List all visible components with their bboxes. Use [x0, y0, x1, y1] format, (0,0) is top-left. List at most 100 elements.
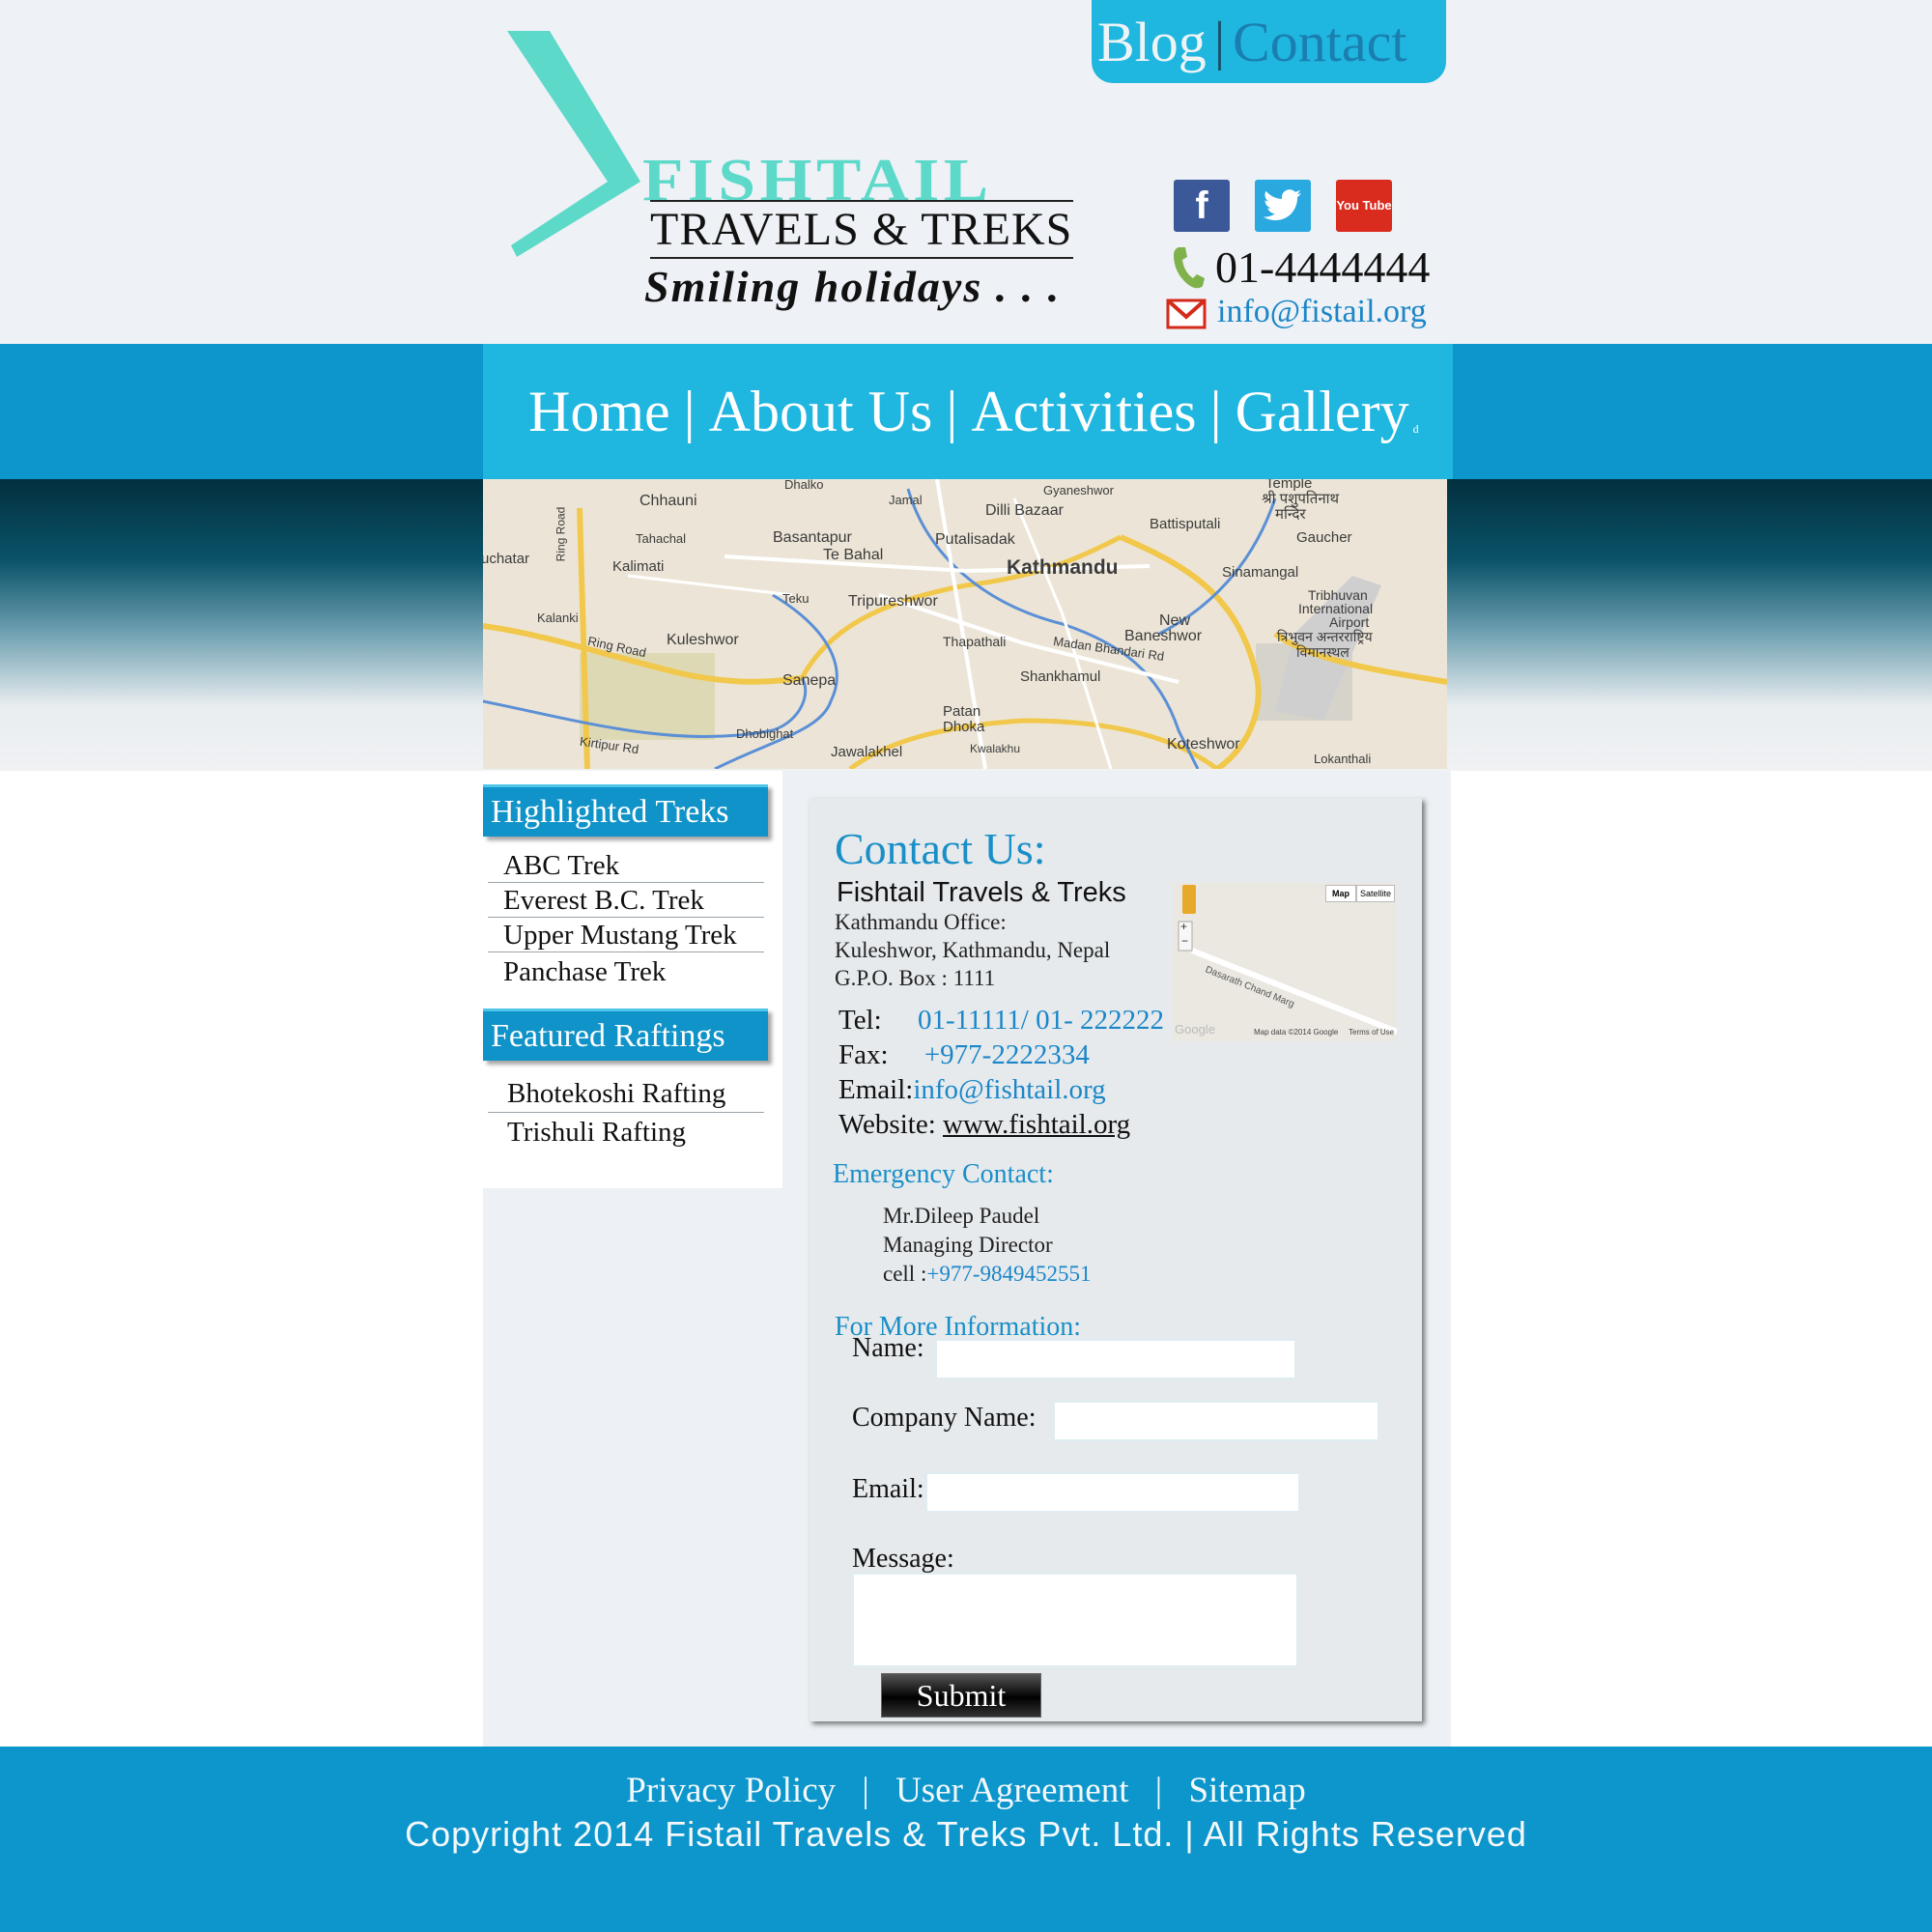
map-label: Tahachal — [636, 531, 687, 546]
nav-home[interactable]: Home — [528, 379, 670, 445]
location-minimap[interactable]: + − Map Satellite Dasarath Chand Marg Go… — [1173, 883, 1397, 1041]
email-row: Email:info@fishtail.org — [838, 1074, 1106, 1106]
message-field[interactable] — [852, 1573, 1298, 1667]
emergency-cell-label: cell : — [883, 1262, 927, 1286]
office-po-box: G.P.O. Box : 1111 — [835, 966, 996, 990]
twitter-icon[interactable] — [1255, 180, 1311, 232]
website-link[interactable]: www.fishtail.org — [943, 1109, 1130, 1140]
map-label: Gyaneshwor — [1043, 483, 1114, 497]
featured-raftings-heading: Featured Raftings — [483, 1009, 768, 1061]
zoom-in-button[interactable]: + — [1180, 920, 1187, 933]
map-label: uchatar — [483, 551, 530, 567]
map-type-map-button[interactable]: Map — [1325, 885, 1356, 902]
email-label: Email: — [838, 1074, 914, 1105]
trek-item-upper-mustang[interactable]: Upper Mustang Trek — [488, 918, 764, 952]
header-email-link[interactable]: info@fistail.org — [1217, 294, 1427, 330]
email-link[interactable]: info@fishtail.org — [913, 1074, 1105, 1105]
top-links-separator: | — [1213, 12, 1226, 71]
logo-divider — [650, 257, 1073, 259]
social-links: f You Tube — [1174, 180, 1392, 232]
email-field-label: Email: — [852, 1474, 924, 1504]
emergency-cell-value[interactable]: +977-9849452551 — [926, 1262, 1091, 1286]
map-label: Sinamangal — [1222, 564, 1299, 581]
footer-links: Privacy Policy | User Agreement | Sitema… — [0, 1770, 1932, 1811]
emergency-heading: Emergency Contact: — [833, 1159, 1054, 1189]
website-label: Website: — [838, 1109, 936, 1140]
trek-item-panchase[interactable]: Panchase Trek — [488, 954, 764, 989]
user-agreement-link[interactable]: User Agreement — [895, 1771, 1128, 1810]
nav-separator: | — [683, 379, 696, 443]
tel-label: Tel: — [838, 1005, 882, 1036]
company-label: Company Name: — [852, 1403, 1037, 1433]
content-gutter-left — [0, 771, 483, 1747]
map-label: Basantapur — [773, 529, 852, 546]
tel-value[interactable]: 01-11111/ 01- 222222 — [918, 1005, 1164, 1036]
sitemap-link[interactable]: Sitemap — [1188, 1771, 1305, 1810]
map-label: Thapathali — [943, 634, 1007, 649]
map-label: Baneshwor — [1124, 628, 1203, 644]
phone-icon — [1174, 246, 1205, 288]
map-label: Te Bahal — [823, 547, 884, 563]
rafting-item-bhotekoshi[interactable]: Bhotekoshi Rafting — [488, 1074, 764, 1113]
fax-value: +977-2222334 — [923, 1039, 1090, 1070]
tel-row: Tel: 01-11111/ 01- 222222 — [838, 1005, 1164, 1037]
logo-divider — [650, 200, 1073, 202]
map-label: Kwalakhu — [970, 742, 1021, 755]
header-email: info@fistail.org — [1165, 292, 1427, 332]
pegman-icon — [1182, 885, 1196, 914]
rafting-item-trishuli[interactable]: Trishuli Rafting — [488, 1113, 764, 1151]
minimap-canvas — [1173, 883, 1397, 1041]
header-phone: 01-4444444 — [1171, 242, 1430, 293]
contact-link[interactable]: Contact — [1233, 10, 1406, 74]
nav-separator: | — [1209, 379, 1222, 443]
copyright: Copyright 2014 Fistail Travels & Treks P… — [405, 1814, 1527, 1854]
email-field[interactable] — [925, 1472, 1300, 1513]
nav-about-us[interactable]: About Us — [709, 379, 933, 445]
footer-separator: | — [862, 1771, 869, 1810]
treks-list: ABC Trek Everest B.C. Trek Upper Mustang… — [488, 848, 764, 989]
company-field[interactable] — [1053, 1401, 1379, 1441]
nav-gallery[interactable]: Gallery — [1236, 379, 1409, 445]
map-label: Chhauni — [639, 493, 697, 509]
name-label: Name: — [852, 1333, 924, 1363]
submit-button[interactable]: Submit — [881, 1673, 1041, 1718]
map-label: Patan — [943, 703, 981, 720]
mail-icon — [1166, 298, 1207, 329]
map-label: Lokanthali — [1314, 752, 1372, 766]
map-label: Kuleshwor — [667, 632, 739, 648]
office-label: Kathmandu Office: — [835, 910, 1007, 934]
zoom-out-button[interactable]: − — [1181, 934, 1188, 948]
map-label: विमानस्थल — [1296, 644, 1350, 660]
map-label: Dhoka — [943, 719, 985, 735]
map-label: Dilli Bazaar — [985, 502, 1064, 519]
privacy-policy-link[interactable]: Privacy Policy — [626, 1771, 836, 1810]
map-terms-link[interactable]: Terms of Use — [1349, 1028, 1394, 1037]
trek-item-everest[interactable]: Everest B.C. Trek — [488, 883, 764, 918]
map-attribution: Map data ©2014 Google — [1254, 1028, 1339, 1037]
map-label: Putalisadak — [935, 531, 1015, 548]
youtube-icon[interactable]: You Tube — [1336, 180, 1392, 232]
twitter-bird-icon — [1264, 189, 1301, 220]
map-type-satellite-button[interactable]: Satellite — [1356, 885, 1395, 902]
fax-row: Fax: +977-2222334 — [838, 1039, 1090, 1071]
blog-link[interactable]: Blog — [1097, 10, 1207, 74]
contact-panel: Contact Us: Fishtail Travels & Treks Kat… — [810, 798, 1422, 1721]
website-row: Website: www.fishtail.org — [838, 1109, 1130, 1141]
footer-separator: | — [1154, 1771, 1163, 1810]
city-map[interactable]: Dhalko Gyaneshwor Temple श्री पशुपतिनाथ … — [483, 479, 1447, 769]
trek-item-abc[interactable]: ABC Trek — [488, 848, 764, 883]
facebook-icon[interactable]: f — [1174, 180, 1230, 232]
map-label: Kalimati — [612, 558, 665, 575]
nav-activities[interactable]: Activities — [971, 379, 1196, 445]
map-label: Shankhamul — [1020, 668, 1101, 685]
office-address: Kathmandu Office: Kuleshwor, Kathmandu, … — [835, 908, 1110, 992]
emergency-contact: Mr.Dileep Paudel Managing Director cell … — [883, 1202, 1091, 1289]
nav-stray-mark: d — [1412, 422, 1419, 436]
map-label: Kathmandu — [1007, 556, 1119, 579]
site-logo[interactable]: FISHTAIL TRAVELS & TREKS Smiling holiday… — [507, 29, 1087, 319]
map-label: Kalanki — [537, 611, 579, 625]
main-nav: Home | About Us | Activities | Gallery d — [483, 344, 1453, 479]
content-gutter-right — [1451, 771, 1932, 1747]
name-field[interactable] — [935, 1339, 1296, 1379]
nav-separator: | — [946, 379, 958, 443]
